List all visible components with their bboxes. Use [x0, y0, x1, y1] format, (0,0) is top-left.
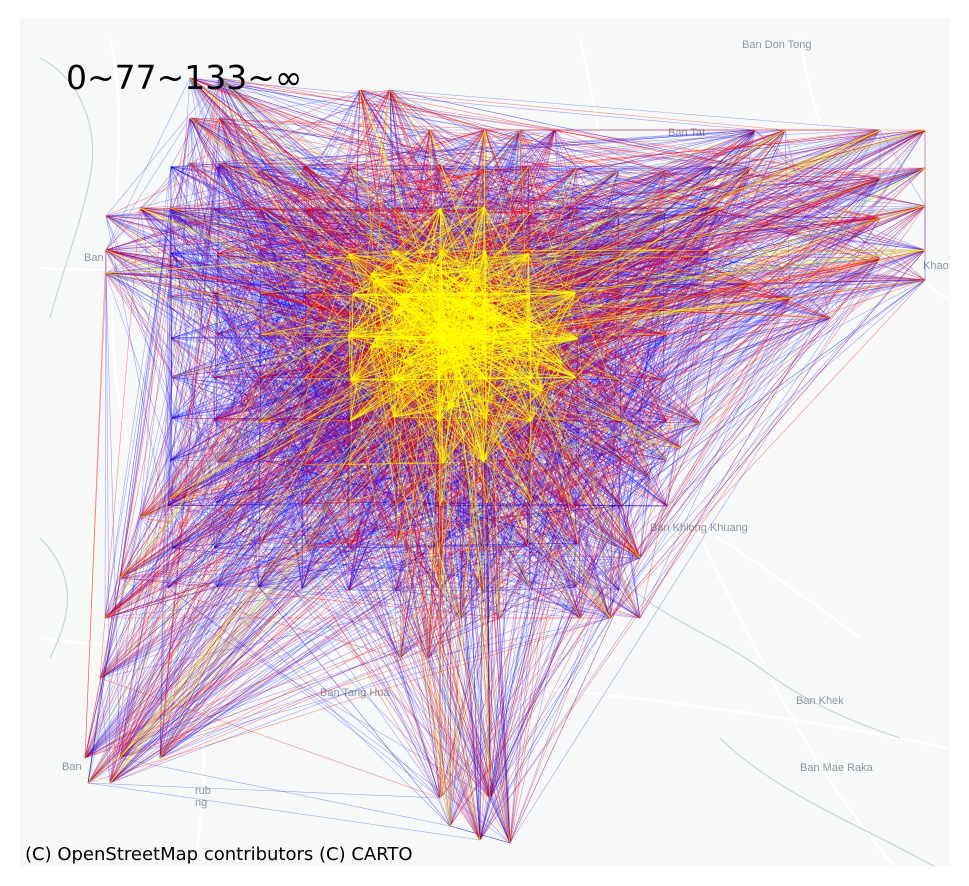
- place-label: Ban Mae Raka: [800, 762, 874, 774]
- place-label: Khao Khlaeng: [923, 260, 950, 272]
- place-label: Ban Tang Hua: [320, 687, 390, 699]
- place-label: Ban Khek: [796, 695, 844, 707]
- place-label: rub: [195, 785, 211, 797]
- place-label: Ban: [84, 252, 104, 264]
- place-label: Ban: [62, 761, 82, 773]
- map-canvas[interactable]: Ban Don Tong Ban Tat Ban Khao Khlaeng Ban Kh…: [20, 18, 950, 866]
- place-label: Ban Tat: [668, 127, 705, 139]
- place-label: Ban Don Tong: [742, 39, 812, 51]
- flow-network-map: Ban Don Tong Ban Tat Ban Khao Khlaeng Ban Kh…: [20, 18, 950, 866]
